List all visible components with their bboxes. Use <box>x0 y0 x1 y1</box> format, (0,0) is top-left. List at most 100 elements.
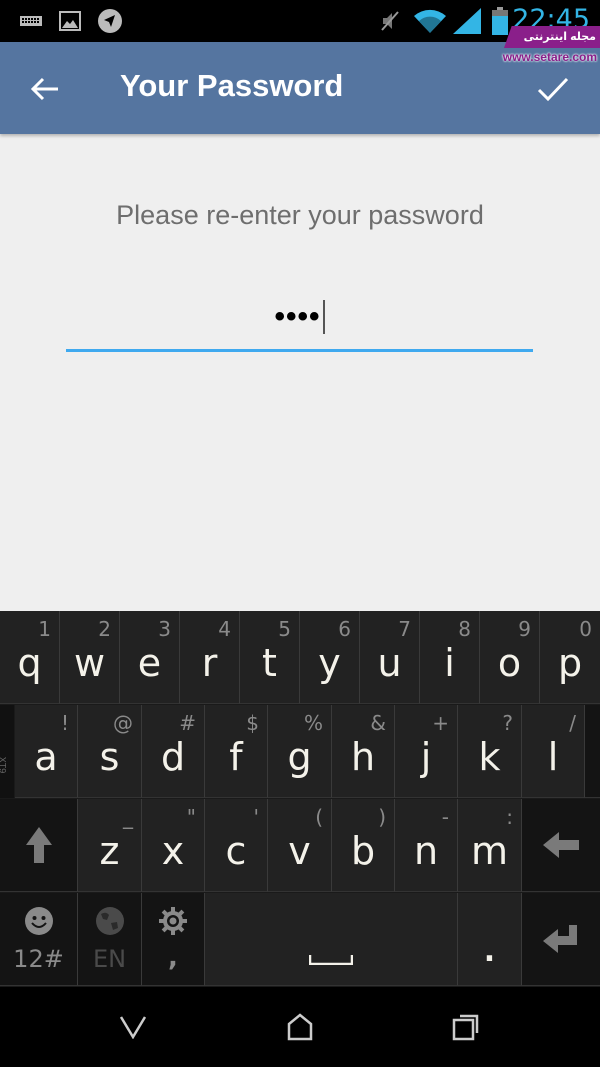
key-alt-label: + <box>432 711 449 735</box>
key-alt-label: & <box>370 711 386 735</box>
mute-icon <box>378 0 402 42</box>
backspace-key[interactable] <box>522 799 600 892</box>
language-key[interactable]: EN <box>78 893 142 986</box>
keyboard-row-4: 12# EN , . <box>0 893 600 987</box>
key-u[interactable]: 7u <box>360 611 420 704</box>
key-label: l <box>547 735 559 779</box>
key-alt-label: 6 <box>338 617 351 641</box>
key-alt-label: @ <box>113 711 133 735</box>
key-label: o <box>497 641 522 685</box>
key-alt-label: # <box>179 711 196 735</box>
keyboard-icon <box>18 0 44 42</box>
keyboard-row-2: XT9 ! a @ s # d $ f % g & h + j ? k / l <box>0 705 600 799</box>
wifi-icon <box>412 0 448 42</box>
key-x[interactable]: " x <box>142 799 205 892</box>
key-label: y <box>318 641 341 685</box>
key-w[interactable]: 2w <box>60 611 120 704</box>
smiley-icon <box>0 907 77 935</box>
arrow-left-icon <box>30 77 58 101</box>
nav-back-button[interactable] <box>103 1005 163 1049</box>
navigation-bar <box>0 987 600 1067</box>
soft-keyboard: 1q 2w 3e 4r 5t 6y 7u 8i 9o 0p XT9 ! a @ s … <box>0 611 600 987</box>
comma-settings-key[interactable]: , <box>142 893 205 986</box>
keyboard-edge <box>585 705 600 798</box>
key-label: f <box>229 735 243 779</box>
keyboard-row-3: _ z " x ' c (v ) b -n :m <box>0 799 600 893</box>
key-s[interactable]: @ s <box>78 705 142 798</box>
key-alt-label: " <box>186 805 196 829</box>
gear-icon <box>142 907 204 935</box>
key-label: w <box>73 641 106 685</box>
key-h[interactable]: & h <box>332 705 395 798</box>
key-t[interactable]: 5t <box>240 611 300 704</box>
key-b[interactable]: ) b <box>332 799 395 892</box>
symbols-key[interactable]: 12# <box>0 893 78 986</box>
chevron-down-icon <box>119 1016 147 1039</box>
backspace-arrow-icon <box>522 799 600 891</box>
symbols-label: 12# <box>13 945 64 973</box>
recents-icon <box>452 1014 479 1041</box>
key-label: s <box>99 735 120 779</box>
nav-recents-button[interactable] <box>436 1005 496 1049</box>
key-i[interactable]: 8i <box>420 611 480 704</box>
text-caret <box>322 300 325 334</box>
key-d[interactable]: # d <box>142 705 205 798</box>
page-title: Your Password <box>120 68 344 103</box>
key-label: g <box>287 735 312 779</box>
language-label: EN <box>92 945 127 973</box>
key-a[interactable]: ! a <box>15 705 78 798</box>
key-label: x <box>161 829 185 873</box>
home-icon <box>287 1013 313 1041</box>
key-j[interactable]: + j <box>395 705 458 798</box>
key-g[interactable]: % g <box>268 705 332 798</box>
key-alt-label: 1 <box>38 617 51 641</box>
password-value: •••• <box>274 300 321 333</box>
image-icon <box>58 0 82 42</box>
key-label: e <box>137 641 162 685</box>
key-r[interactable]: 4r <box>180 611 240 704</box>
key-k[interactable]: ? k <box>458 705 522 798</box>
key-c[interactable]: ' c <box>205 799 268 892</box>
key-e[interactable]: 3e <box>120 611 180 704</box>
battery-icon <box>490 0 510 42</box>
key-label: a <box>34 735 58 779</box>
key-alt-label: ? <box>502 711 513 735</box>
key-q[interactable]: 1q <box>0 611 60 704</box>
key-label: v <box>288 829 311 873</box>
key-f[interactable]: $ f <box>205 705 268 798</box>
period-key[interactable]: . <box>458 893 522 986</box>
shift-key[interactable] <box>0 799 78 892</box>
nav-home-button[interactable] <box>270 1005 330 1049</box>
key-label: j <box>420 735 432 779</box>
key-label: h <box>350 735 376 779</box>
comma-label: , <box>168 943 178 973</box>
key-alt-label: 3 <box>158 617 171 641</box>
key-label: u <box>377 641 402 685</box>
key-m[interactable]: :m <box>458 799 522 892</box>
key-v[interactable]: (v <box>268 799 332 892</box>
back-button[interactable] <box>20 64 70 114</box>
key-alt-label: % <box>303 711 323 735</box>
space-key[interactable] <box>205 893 458 986</box>
enter-key[interactable] <box>522 893 600 986</box>
key-label: p <box>557 641 583 685</box>
key-y[interactable]: 6y <box>300 611 360 704</box>
key-z[interactable]: _ z <box>78 799 142 892</box>
key-o[interactable]: 9o <box>480 611 540 704</box>
key-alt-label: 7 <box>398 617 411 641</box>
key-alt-label: : <box>506 805 513 829</box>
key-alt-label: / <box>569 711 576 735</box>
key-label: d <box>160 735 186 779</box>
watermark-url: www.setare.com <box>502 50 597 64</box>
space-bar-icon <box>205 955 457 965</box>
key-label: r <box>201 641 218 685</box>
key-alt-label: $ <box>246 711 259 735</box>
key-n[interactable]: -n <box>395 799 458 892</box>
password-input[interactable]: •••• <box>66 285 533 352</box>
key-l[interactable]: / l <box>522 705 585 798</box>
key-alt-label: - <box>441 805 449 829</box>
check-icon <box>537 77 569 102</box>
key-p[interactable]: 0p <box>540 611 600 704</box>
key-label: z <box>99 829 120 873</box>
done-button[interactable] <box>528 64 578 114</box>
